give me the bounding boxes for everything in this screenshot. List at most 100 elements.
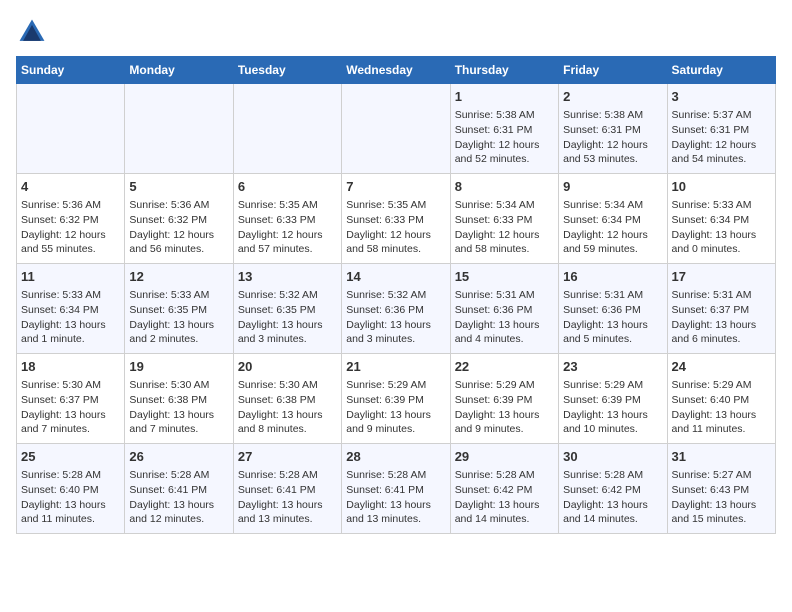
calendar-cell: 17Sunrise: 5:31 AMSunset: 6:37 PMDayligh… <box>667 264 775 354</box>
week-row-1: 1Sunrise: 5:38 AMSunset: 6:31 PMDaylight… <box>17 84 776 174</box>
day-info-line: Daylight: 13 hours <box>563 498 662 513</box>
week-row-3: 11Sunrise: 5:33 AMSunset: 6:34 PMDayligh… <box>17 264 776 354</box>
day-info-line: Sunrise: 5:35 AM <box>238 198 337 213</box>
day-info-line: Daylight: 12 hours <box>129 228 228 243</box>
day-info-line: and 2 minutes. <box>129 332 228 347</box>
day-info-line: Sunrise: 5:35 AM <box>346 198 445 213</box>
day-info-line: Sunrise: 5:31 AM <box>563 288 662 303</box>
day-info-line: Sunrise: 5:34 AM <box>563 198 662 213</box>
day-info-line: and 6 minutes. <box>672 332 771 347</box>
day-number: 10 <box>672 178 771 196</box>
week-row-5: 25Sunrise: 5:28 AMSunset: 6:40 PMDayligh… <box>17 444 776 534</box>
day-info-line: Daylight: 13 hours <box>129 408 228 423</box>
day-info-line: Sunrise: 5:30 AM <box>21 378 120 393</box>
day-info-line: Sunrise: 5:28 AM <box>563 468 662 483</box>
day-info-line: and 56 minutes. <box>129 242 228 257</box>
day-info-line: Sunrise: 5:29 AM <box>672 378 771 393</box>
col-header-friday: Friday <box>559 57 667 84</box>
day-info-line: Sunrise: 5:31 AM <box>672 288 771 303</box>
day-info-line: Sunset: 6:35 PM <box>129 303 228 318</box>
day-info-line: Sunrise: 5:28 AM <box>129 468 228 483</box>
calendar-cell: 11Sunrise: 5:33 AMSunset: 6:34 PMDayligh… <box>17 264 125 354</box>
day-info-line: and 5 minutes. <box>563 332 662 347</box>
calendar-cell: 18Sunrise: 5:30 AMSunset: 6:37 PMDayligh… <box>17 354 125 444</box>
day-info-line: Sunset: 6:35 PM <box>238 303 337 318</box>
day-info-line: Daylight: 13 hours <box>346 498 445 513</box>
day-info-line: Sunset: 6:33 PM <box>455 213 554 228</box>
day-info-line: and 15 minutes. <box>672 512 771 527</box>
day-info-line: and 14 minutes. <box>563 512 662 527</box>
day-info-line: Daylight: 13 hours <box>21 498 120 513</box>
day-info-line: Daylight: 13 hours <box>455 318 554 333</box>
day-info-line: Sunrise: 5:28 AM <box>346 468 445 483</box>
day-info-line: and 4 minutes. <box>455 332 554 347</box>
calendar-cell: 9Sunrise: 5:34 AMSunset: 6:34 PMDaylight… <box>559 174 667 264</box>
day-info-line: Sunrise: 5:30 AM <box>238 378 337 393</box>
calendar-cell: 14Sunrise: 5:32 AMSunset: 6:36 PMDayligh… <box>342 264 450 354</box>
day-number: 28 <box>346 448 445 466</box>
day-info-line: Sunrise: 5:32 AM <box>346 288 445 303</box>
day-info-line: and 52 minutes. <box>455 152 554 167</box>
week-row-2: 4Sunrise: 5:36 AMSunset: 6:32 PMDaylight… <box>17 174 776 264</box>
day-number: 24 <box>672 358 771 376</box>
day-number: 4 <box>21 178 120 196</box>
day-info-line: and 11 minutes. <box>21 512 120 527</box>
day-info-line: Sunset: 6:42 PM <box>563 483 662 498</box>
day-info-line: Sunset: 6:39 PM <box>455 393 554 408</box>
day-info-line: Daylight: 13 hours <box>346 408 445 423</box>
day-info-line: Sunset: 6:40 PM <box>672 393 771 408</box>
day-info-line: Daylight: 12 hours <box>672 138 771 153</box>
calendar-cell <box>342 84 450 174</box>
day-info-line: and 9 minutes. <box>346 422 445 437</box>
day-number: 16 <box>563 268 662 286</box>
day-info-line: and 14 minutes. <box>455 512 554 527</box>
day-info-line: Daylight: 12 hours <box>563 138 662 153</box>
calendar-cell: 25Sunrise: 5:28 AMSunset: 6:40 PMDayligh… <box>17 444 125 534</box>
day-number: 1 <box>455 88 554 106</box>
day-info-line: Sunrise: 5:28 AM <box>21 468 120 483</box>
day-info-line: Sunset: 6:37 PM <box>21 393 120 408</box>
day-info-line: Daylight: 13 hours <box>563 408 662 423</box>
calendar-cell: 15Sunrise: 5:31 AMSunset: 6:36 PMDayligh… <box>450 264 558 354</box>
day-number: 3 <box>672 88 771 106</box>
day-info-line: Daylight: 13 hours <box>21 408 120 423</box>
day-number: 11 <box>21 268 120 286</box>
calendar-cell: 27Sunrise: 5:28 AMSunset: 6:41 PMDayligh… <box>233 444 341 534</box>
day-info-line: Sunset: 6:32 PM <box>21 213 120 228</box>
day-info-line: Daylight: 13 hours <box>672 228 771 243</box>
day-info-line: and 57 minutes. <box>238 242 337 257</box>
calendar-cell: 21Sunrise: 5:29 AMSunset: 6:39 PMDayligh… <box>342 354 450 444</box>
day-info-line: Sunrise: 5:28 AM <box>238 468 337 483</box>
day-info-line: Sunset: 6:31 PM <box>563 123 662 138</box>
calendar-cell <box>17 84 125 174</box>
day-info-line: and 8 minutes. <box>238 422 337 437</box>
calendar-cell: 12Sunrise: 5:33 AMSunset: 6:35 PMDayligh… <box>125 264 233 354</box>
calendar-cell: 16Sunrise: 5:31 AMSunset: 6:36 PMDayligh… <box>559 264 667 354</box>
calendar-cell: 1Sunrise: 5:38 AMSunset: 6:31 PMDaylight… <box>450 84 558 174</box>
day-info-line: Sunset: 6:34 PM <box>672 213 771 228</box>
calendar-cell: 7Sunrise: 5:35 AMSunset: 6:33 PMDaylight… <box>342 174 450 264</box>
logo <box>16 16 52 48</box>
day-info-line: and 53 minutes. <box>563 152 662 167</box>
day-info-line: and 59 minutes. <box>563 242 662 257</box>
day-info-line: Sunset: 6:31 PM <box>455 123 554 138</box>
day-info-line: and 12 minutes. <box>129 512 228 527</box>
day-info-line: Daylight: 12 hours <box>346 228 445 243</box>
day-info-line: Daylight: 13 hours <box>455 498 554 513</box>
day-number: 8 <box>455 178 554 196</box>
day-info-line: and 3 minutes. <box>346 332 445 347</box>
calendar-cell <box>125 84 233 174</box>
calendar-cell: 26Sunrise: 5:28 AMSunset: 6:41 PMDayligh… <box>125 444 233 534</box>
day-info-line: Daylight: 13 hours <box>21 318 120 333</box>
day-number: 6 <box>238 178 337 196</box>
day-info-line: Sunset: 6:43 PM <box>672 483 771 498</box>
day-info-line: and 7 minutes. <box>129 422 228 437</box>
day-info-line: Sunrise: 5:38 AM <box>455 108 554 123</box>
day-number: 30 <box>563 448 662 466</box>
calendar-table: SundayMondayTuesdayWednesdayThursdayFrid… <box>16 56 776 534</box>
day-number: 5 <box>129 178 228 196</box>
day-number: 31 <box>672 448 771 466</box>
day-info-line: and 3 minutes. <box>238 332 337 347</box>
day-info-line: Daylight: 13 hours <box>455 408 554 423</box>
day-info-line: and 58 minutes. <box>455 242 554 257</box>
